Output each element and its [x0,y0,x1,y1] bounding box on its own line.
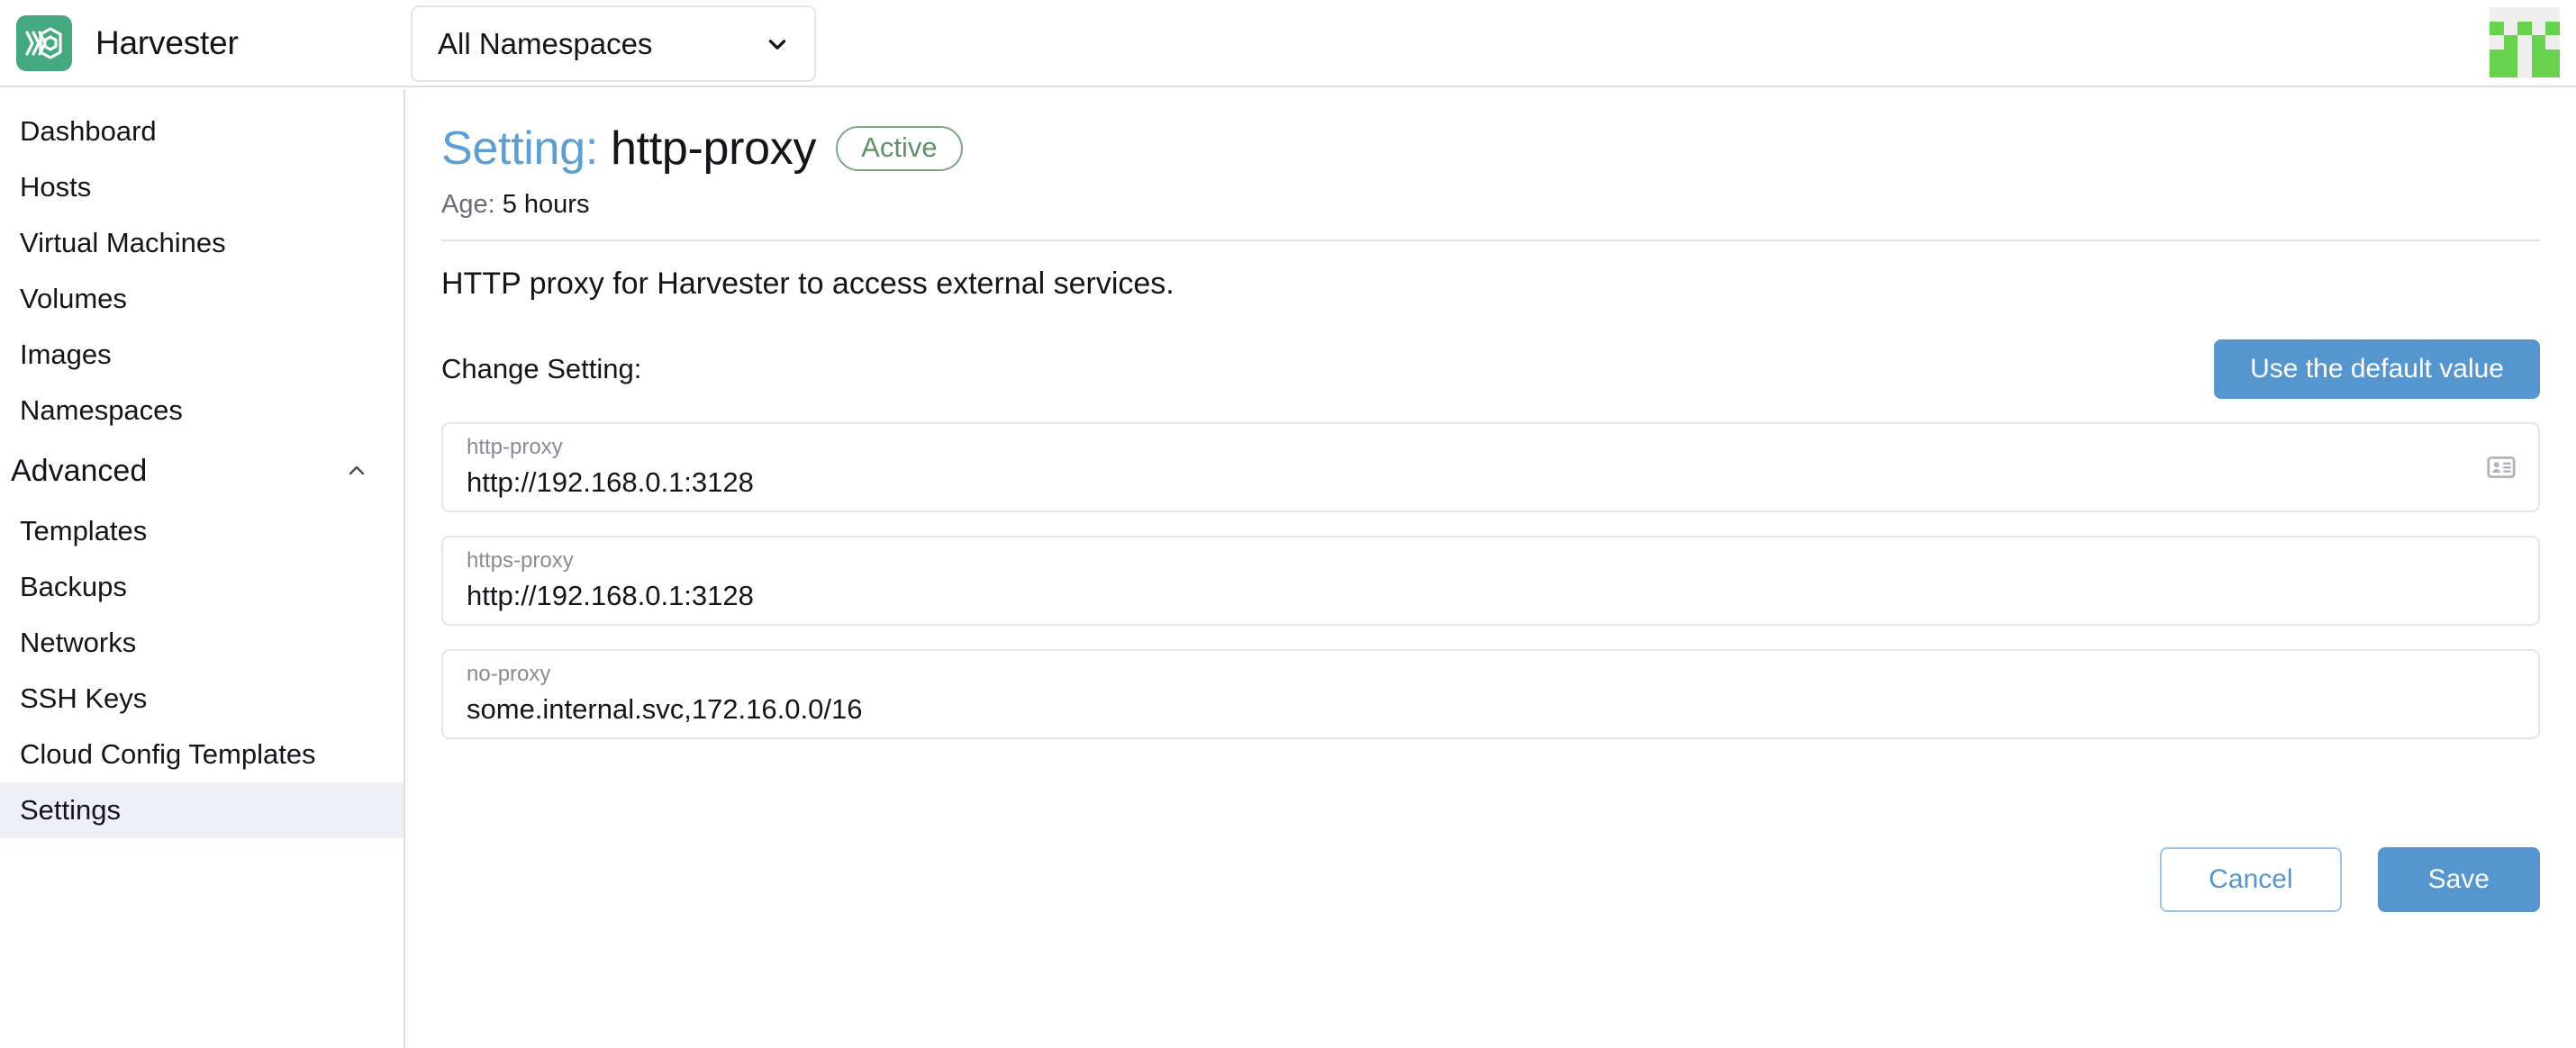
age-value: 5 hours [502,190,590,219]
field-label: http-proxy [467,435,563,459]
page-title: Setting: http-proxy Active [441,89,2540,176]
avatar-cell [2517,35,2532,50]
sidebar-group-advanced[interactable]: Advanced [0,438,404,503]
sidebar-item-label: Virtual Machines [20,227,226,258]
avatar-cell [2517,21,2532,36]
sidebar-item-label: Volumes [20,283,127,314]
cancel-button[interactable]: Cancel [2160,847,2342,912]
sidebar: Dashboard Hosts Virtual Machines Volumes… [0,89,405,1048]
sidebar-item-cloud-config-templates[interactable]: Cloud Config Templates [0,727,404,782]
field-value: some.internal.svc,172.16.0.0/16 [467,693,863,726]
sidebar-item-label: SSH Keys [20,682,148,714]
avatar-cell [2490,7,2504,22]
avatar-cell [2503,49,2518,64]
avatar-cell [2531,63,2546,77]
sidebar-item-label: Hosts [20,171,92,203]
namespace-select-value: All Namespaces [438,26,653,60]
avatar-cell [2517,49,2532,64]
sidebar-item-label: Templates [20,515,148,547]
sidebar-item-settings[interactable]: Settings [0,782,404,838]
avatar-cell [2545,35,2560,50]
sidebar-item-label: Namespaces [20,394,183,426]
field-value: http://192.168.0.1:3128 [467,466,754,499]
sidebar-item-label: Dashboard [20,115,157,147]
contact-card-icon[interactable] [2486,452,2517,483]
field-label: https-proxy [467,548,574,573]
sidebar-item-networks[interactable]: Networks [0,615,404,671]
sidebar-item-templates[interactable]: Templates [0,503,404,559]
chevron-up-icon [349,465,365,475]
page-title-name: http-proxy [610,122,817,175]
sidebar-item-label: Networks [20,627,137,658]
top-header: Harvester All Namespaces [0,0,2576,87]
field-value: http://192.168.0.1:3128 [467,580,754,612]
sidebar-item-label: Images [20,339,112,370]
avatar-cell [2503,35,2518,50]
avatar-cell [2490,63,2504,77]
avatar-cell [2531,35,2546,50]
footer-actions: Cancel Save [441,847,2540,912]
sidebar-item-hosts[interactable]: Hosts [0,159,404,215]
page-title-prefix: Setting: [441,122,598,175]
sidebar-item-label: Backups [20,571,127,602]
avatar-cell [2503,21,2518,36]
change-setting-label: Change Setting: [441,353,642,384]
sidebar-item-virtual-machines[interactable]: Virtual Machines [0,215,404,271]
user-avatar-identicon[interactable] [2490,7,2560,77]
age-row: Age: 5 hours [441,190,2540,220]
avatar-cell [2545,21,2560,36]
avatar-cell [2490,49,2504,64]
avatar-cell [2490,35,2504,50]
brand-name: Harvester [95,23,239,61]
sidebar-item-backups[interactable]: Backups [0,559,404,615]
chevron-down-icon [768,39,786,50]
sidebar-item-namespaces[interactable]: Namespaces [0,383,404,438]
https-proxy-field[interactable]: https-proxy http://192.168.0.1:3128 [441,536,2540,626]
field-label: no-proxy [467,662,551,686]
sidebar-item-label: Cloud Config Templates [20,738,316,770]
sidebar-item-label: Settings [20,794,122,826]
avatar-cell [2517,7,2532,22]
sidebar-item-dashboard[interactable]: Dashboard [0,104,404,159]
avatar-cell [2490,21,2504,36]
avatar-cell [2545,49,2560,64]
no-proxy-field[interactable]: no-proxy some.internal.svc,172.16.0.0/16 [441,649,2540,739]
setting-description: HTTP proxy for Harvester to access exter… [441,267,1175,301]
avatar-cell [2503,63,2518,77]
main-content: Setting: http-proxy Active Age: 5 hours … [407,89,2576,1048]
save-button[interactable]: Save [2377,847,2540,912]
change-setting-row: Change Setting: Use the default value [441,339,2540,399]
sidebar-item-images[interactable]: Images [0,327,404,383]
avatar-cell [2531,7,2546,22]
sidebar-group-label: Advanced [11,453,148,488]
avatar-cell [2531,49,2546,64]
status-badge: Active [836,126,963,171]
avatar-cell [2545,63,2560,77]
sidebar-item-volumes[interactable]: Volumes [0,271,404,327]
header-divider [441,239,2540,241]
use-default-value-button[interactable]: Use the default value [2214,339,2540,399]
avatar-cell [2531,21,2546,36]
avatar-cell [2503,7,2518,22]
avatar-cell [2545,7,2560,22]
sidebar-item-ssh-keys[interactable]: SSH Keys [0,671,404,727]
http-proxy-field[interactable]: http-proxy http://192.168.0.1:3128 [441,422,2540,512]
avatar-cell [2517,63,2532,77]
age-label: Age: [441,190,495,219]
harvester-logo-icon [16,14,72,71]
brand: Harvester [16,14,404,71]
namespace-select[interactable]: All Namespaces [411,5,816,82]
